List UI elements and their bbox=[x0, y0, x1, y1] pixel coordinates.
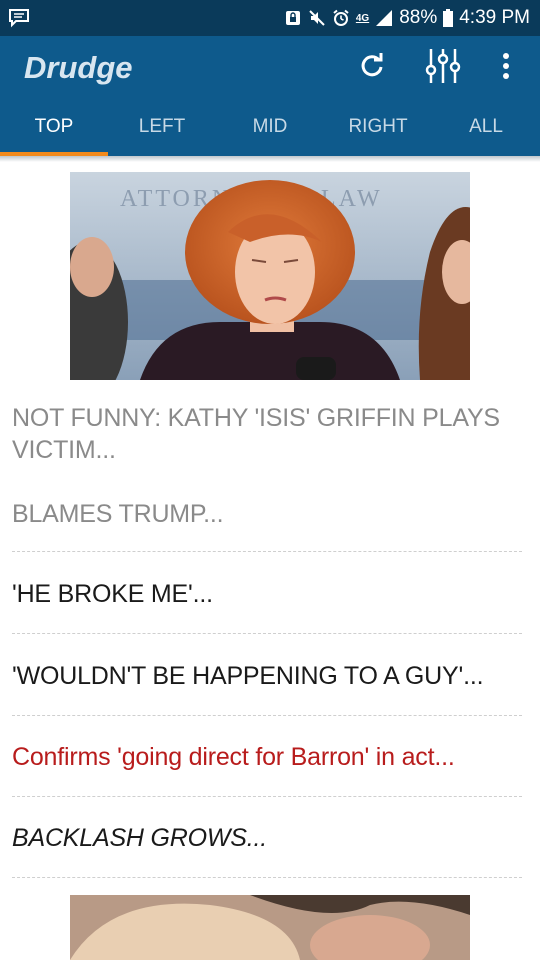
headline-divider bbox=[12, 796, 522, 797]
headline-divider bbox=[12, 715, 522, 716]
app-bar-shadow bbox=[0, 156, 540, 162]
battery-icon bbox=[443, 9, 454, 27]
alarm-icon bbox=[332, 9, 350, 27]
hero-news-image[interactable]: ATTORNEY AT LAW bbox=[70, 172, 470, 380]
headline-divider bbox=[12, 877, 522, 878]
headline-link[interactable]: BACKLASH GROWS... bbox=[12, 822, 526, 854]
section-tabs: TOP LEFT MID RIGHT ALL bbox=[0, 108, 540, 156]
battery-percent: 88% bbox=[399, 7, 438, 28]
headline-link[interactable]: 'WOULDN'T BE HAPPENING TO A GUY'... bbox=[12, 660, 526, 692]
equalizer-icon bbox=[425, 47, 461, 90]
app-bar: Drudge TOP LEFT MID RIGHT ALL bbox=[0, 36, 540, 156]
headline-divider bbox=[12, 633, 522, 634]
app-title: Drudge bbox=[24, 50, 133, 85]
signal-icon bbox=[375, 9, 393, 27]
lock-badge-icon bbox=[284, 9, 302, 27]
message-notification-icon bbox=[8, 8, 30, 28]
tab-left[interactable]: LEFT bbox=[108, 108, 216, 156]
filter-settings-button[interactable] bbox=[423, 48, 463, 88]
headline-divider bbox=[12, 551, 522, 552]
clock: 4:39 PM bbox=[459, 7, 530, 28]
story-image[interactable] bbox=[70, 895, 470, 960]
network-type: 4G bbox=[355, 12, 370, 24]
overflow-menu-icon bbox=[502, 52, 510, 84]
headline-link[interactable]: Confirms 'going direct for Barron' in ac… bbox=[12, 741, 526, 773]
status-bar: 4G 88% 4:39 PM bbox=[0, 0, 540, 36]
mute-icon bbox=[308, 9, 326, 27]
tab-mid[interactable]: MID bbox=[216, 108, 324, 156]
tab-right[interactable]: RIGHT bbox=[324, 108, 432, 156]
headline-link[interactable]: 'HE BROKE ME'... bbox=[12, 578, 526, 610]
tab-all[interactable]: ALL bbox=[432, 108, 540, 156]
tab-top[interactable]: TOP bbox=[0, 108, 108, 156]
headline-link[interactable]: BLAMES TRUMP... bbox=[12, 498, 526, 530]
headline-link[interactable]: NOT FUNNY: KATHY 'ISIS' GRIFFIN PLAYS VI… bbox=[12, 402, 526, 466]
refresh-button[interactable] bbox=[352, 48, 392, 88]
refresh-icon bbox=[357, 51, 387, 86]
overflow-menu-button[interactable] bbox=[486, 48, 526, 88]
